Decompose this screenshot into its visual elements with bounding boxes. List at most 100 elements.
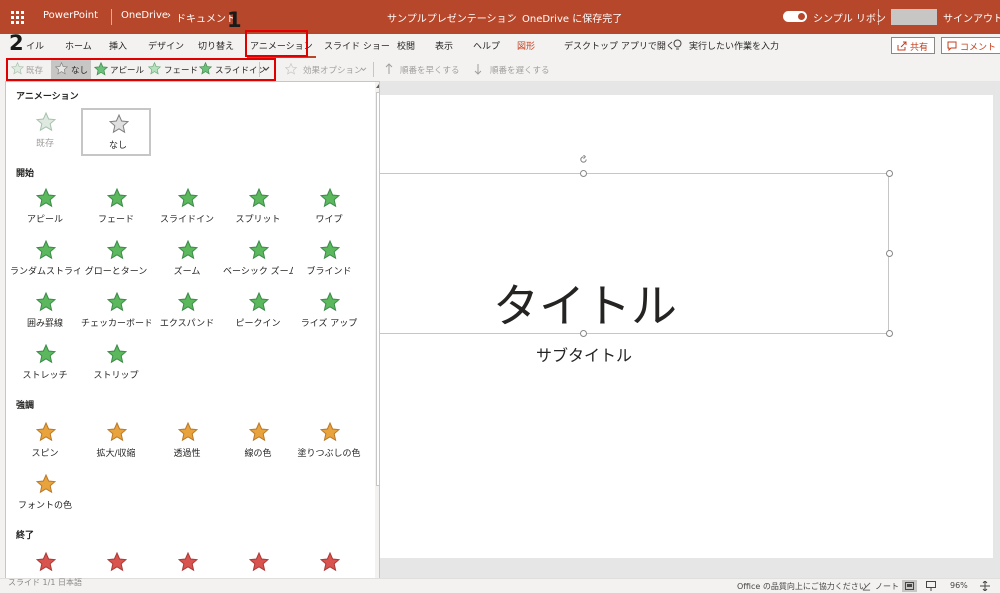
gallery-item[interactable]: チェッカーボード (81, 288, 151, 336)
simple-ribbon-toggle[interactable] (783, 11, 807, 22)
annotation-step-1: 1 (227, 8, 242, 32)
gallery-item[interactable]: グローとターン (81, 236, 151, 284)
gallery-item-none[interactable]: なし (81, 108, 151, 156)
gallery-item-label: スピン (31, 449, 59, 459)
annotation-box-2 (6, 58, 276, 81)
rotate-handle-icon[interactable] (579, 155, 588, 164)
gallery-item[interactable]: 透過性 (152, 418, 222, 466)
resize-handle[interactable] (886, 170, 893, 177)
sign-out-link[interactable]: サインアウト (943, 10, 1000, 25)
chevron-down-icon (360, 67, 367, 72)
move-earlier-button[interactable]: 順番を早くする (400, 64, 460, 76)
fit-to-window-icon[interactable] (980, 581, 990, 591)
gallery-item-label: 既存 (35, 139, 54, 149)
normal-view-button[interactable] (902, 580, 917, 592)
gallery-item[interactable]: ストリップ (81, 340, 151, 388)
star-icon (320, 188, 340, 208)
gallery-item[interactable]: スプリット (223, 184, 293, 232)
gallery-item[interactable]: ライズ アップ (294, 288, 364, 336)
notes-button[interactable]: ノート (875, 581, 899, 592)
gallery-item[interactable]: エクスパンド (152, 288, 222, 336)
document-title[interactable]: サンプルプレゼンテーション (387, 10, 517, 25)
breadcrumb-root[interactable]: OneDrive (121, 10, 168, 21)
divider (373, 62, 374, 77)
gallery-item[interactable]: ピークイン (223, 288, 293, 336)
gallery-item[interactable]: ランダムストライプ (10, 236, 80, 284)
resize-handle[interactable] (580, 170, 587, 177)
tell-me-search[interactable]: 実行したい作業を入力 (689, 39, 779, 52)
gallery-item[interactable]: 塗りつぶしの色 (294, 418, 364, 466)
gallery-item[interactable]: ズーム (152, 236, 222, 284)
tab-transitions[interactable]: 切り替え (198, 39, 234, 52)
scrollbar-thumb[interactable] (376, 92, 379, 486)
avatar[interactable] (891, 9, 937, 25)
gallery-item[interactable]: アピール (10, 184, 80, 232)
star-icon (178, 292, 198, 312)
gallery-item-label: 透過性 (173, 449, 201, 459)
tab-review[interactable]: 校閲 (397, 39, 415, 52)
resize-handle[interactable] (886, 250, 893, 257)
star-icon (36, 474, 56, 494)
gallery-item-label: 拡大/収縮 (96, 449, 136, 459)
title-bar: PowerPoint OneDrive › ドキュメント サンプルプレゼンテーシ… (0, 0, 1000, 34)
reading-view-icon[interactable] (926, 581, 936, 591)
star-icon (178, 422, 198, 442)
star-icon (249, 292, 269, 312)
gallery-item-label: なし (108, 141, 127, 151)
tab-file[interactable]: イル (26, 39, 44, 52)
ribbon-tabs: イル ホーム 挿入 デザイン 切り替え アニメーション スライド ショー 校閲 … (0, 34, 1000, 58)
tab-design[interactable]: デザイン (148, 39, 184, 52)
move-later-button[interactable]: 順番を遅くする (490, 64, 550, 76)
scroll-up-icon[interactable] (376, 83, 380, 88)
gallery-item[interactable]: ワイプ (294, 184, 364, 232)
app-name[interactable]: PowerPoint (43, 10, 98, 21)
gallery-item[interactable]: スライドイン (152, 184, 222, 232)
arrow-up-icon (385, 63, 393, 74)
star-icon (107, 422, 127, 442)
breadcrumb-separator: › (167, 10, 171, 21)
annotation-step-2: 2 (9, 31, 24, 55)
gallery-item-existing[interactable]: 既存 (10, 108, 80, 156)
gallery-item[interactable]: 拡大/収縮 (81, 418, 151, 466)
star-icon (107, 240, 127, 260)
section-heading-emphasis: 強調 (16, 401, 35, 411)
comment-button[interactable]: コメント (941, 37, 1000, 54)
gallery-item[interactable]: 線の色 (223, 418, 293, 466)
resize-handle[interactable] (886, 330, 893, 337)
star-icon (107, 344, 127, 364)
gallery-item[interactable]: ブラインド (294, 236, 364, 284)
share-button[interactable]: 共有 (891, 37, 936, 54)
gallery-item[interactable]: ベーシック ズーム (223, 236, 293, 284)
gallery-item[interactable]: フェード (81, 184, 151, 232)
slide-subtitle[interactable]: サブタイトル (510, 342, 658, 366)
comment-icon (947, 41, 957, 51)
lightbulb-icon (673, 39, 682, 50)
gallery-item[interactable]: 囲み罫線 (10, 288, 80, 336)
feedback-link[interactable]: Office の品質向上にご協力ください (737, 581, 867, 592)
star-icon (320, 292, 340, 312)
gallery-item-label: 線の色 (244, 449, 272, 459)
tab-insert[interactable]: 挿入 (109, 39, 127, 52)
gallery-item[interactable]: ストレッチ (10, 340, 80, 388)
tab-slideshow[interactable]: スライド ショー (324, 39, 390, 52)
section-heading-entrance: 開始 (16, 169, 35, 179)
gallery-item[interactable]: スピン (10, 418, 80, 466)
share-icon (897, 41, 907, 51)
gallery-scrollbar[interactable] (375, 82, 380, 588)
tab-view[interactable]: 表示 (435, 39, 453, 52)
star-icon (249, 188, 269, 208)
zoom-level[interactable]: 96% (950, 581, 968, 590)
app-launcher-icon[interactable] (11, 11, 24, 24)
star-icon (36, 292, 56, 312)
tab-help[interactable]: ヘルプ (473, 39, 500, 52)
slide-title[interactable]: タイトル (480, 270, 690, 336)
gallery-item-label: ワイプ (315, 215, 343, 225)
effect-options-button[interactable]: 効果オプション (303, 64, 363, 76)
tab-home[interactable]: ホーム (65, 39, 92, 52)
star-icon (36, 552, 56, 572)
slide[interactable]: タイトル サブタイトル (375, 95, 993, 558)
tab-shape[interactable]: 図形 (517, 39, 535, 52)
open-desktop-app[interactable]: デスクトップ アプリで開く (564, 39, 675, 52)
gallery-item[interactable]: フォントの色 (10, 470, 80, 518)
gallery-item-label: エクスパンド (159, 319, 215, 329)
